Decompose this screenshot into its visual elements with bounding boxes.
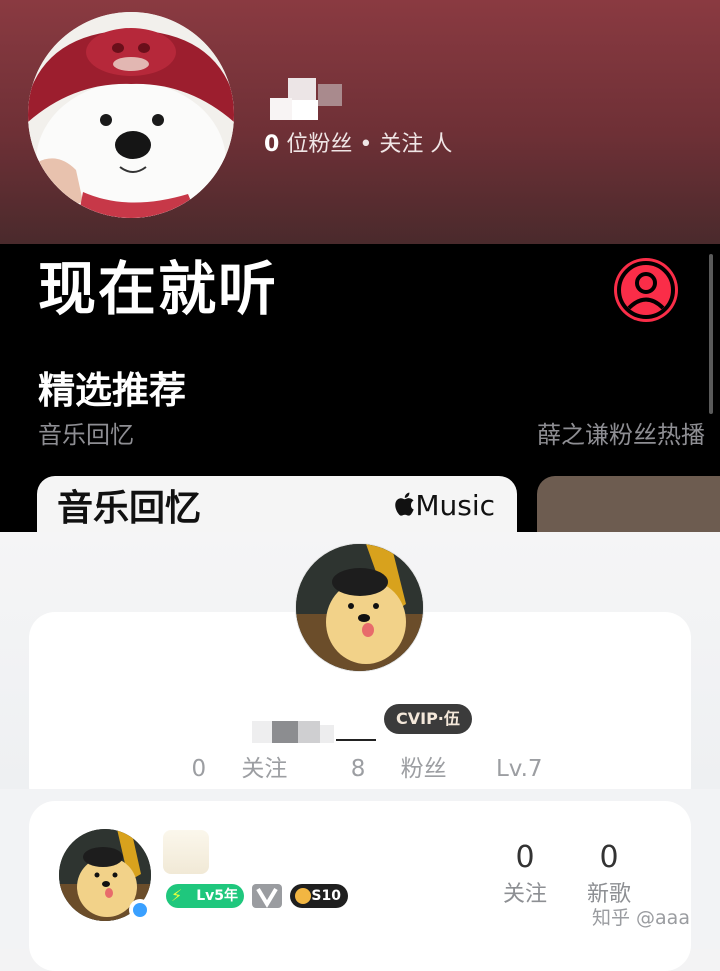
page-title: 现在就听 xyxy=(38,255,279,323)
season-badge[interactable]: S10 xyxy=(290,884,348,908)
profile-card-stats: 0 关注 8 粉丝 Lv.7 xyxy=(0,754,720,784)
season-badge-text: S10 xyxy=(311,888,341,904)
username-blurred xyxy=(252,721,382,743)
fans-count: 8 xyxy=(350,756,366,782)
apple-music-brand: Music xyxy=(393,488,495,524)
profile-header: 0 位粉丝 • 关注 人 xyxy=(0,0,720,244)
person-circle-icon xyxy=(617,261,675,319)
profile-stats: 0 位粉丝 • 关注 人 xyxy=(264,131,452,159)
following-stat[interactable]: 0 关注 xyxy=(177,756,301,782)
section-title: 精选推荐 xyxy=(38,369,186,412)
music-memory-card[interactable]: 音乐回忆 Music xyxy=(37,476,517,532)
vip-badge[interactable]: CVIP·伍 xyxy=(384,704,472,734)
brand-text: Music xyxy=(415,489,495,522)
username-blurred xyxy=(270,78,350,120)
season-ring-icon xyxy=(295,888,311,904)
mini-new-songs-count: 0 xyxy=(599,840,619,875)
card-title: 音乐回忆 xyxy=(57,488,202,529)
v-badge-icon[interactable] xyxy=(252,884,282,908)
following-count: 0 xyxy=(191,756,207,782)
fans-label: 粉丝 xyxy=(400,756,447,782)
following-label[interactable]: 关注 xyxy=(379,132,423,157)
mini-following-count: 0 xyxy=(515,840,535,875)
following-suffix: 人 xyxy=(430,132,453,157)
mini-following-label: 关注 xyxy=(502,882,547,907)
profile-avatar[interactable] xyxy=(28,12,234,218)
level-badge-text: Lv5年 xyxy=(196,888,238,904)
apple-logo-icon xyxy=(395,492,415,516)
fans-stat[interactable]: 8 粉丝 xyxy=(337,756,461,782)
level-badge[interactable]: ⚡ Lv5年 xyxy=(166,884,244,908)
dog-photo-image xyxy=(296,544,423,671)
next-card-peek[interactable] xyxy=(537,476,720,532)
mini-new-songs-stat[interactable]: 0 新歌 xyxy=(574,840,644,910)
account-button[interactable] xyxy=(614,258,678,322)
level-stat[interactable]: Lv.7 xyxy=(496,756,543,782)
fans-label: 位粉丝 xyxy=(286,132,353,157)
watermark: 知乎 @aaa xyxy=(592,907,690,929)
recommend-subtitle-2: 薛之谦粉丝热播 xyxy=(537,421,705,449)
profile-card-screen: CVIP·伍 0 关注 8 粉丝 Lv.7 xyxy=(0,532,720,812)
fans-count: 0 xyxy=(264,132,280,157)
profile-card-avatar[interactable] xyxy=(296,544,423,671)
lightning-icon: ⚡ xyxy=(171,886,183,905)
mini-following-stat[interactable]: 0 关注 xyxy=(490,840,560,910)
verified-dot-icon xyxy=(129,899,151,921)
v-icon xyxy=(256,887,278,908)
recommend-subtitle: 音乐回忆 xyxy=(38,421,134,449)
dog-avatar-image xyxy=(28,12,234,218)
following-label: 关注 xyxy=(241,756,288,782)
separator-dot: • xyxy=(359,132,373,157)
username-blurred xyxy=(163,830,209,874)
listen-now-screen: 现在就听 精选推荐 音乐回忆 薛之谦粉丝热播 音乐回忆 Music xyxy=(0,244,720,532)
scrollbar[interactable] xyxy=(709,254,713,414)
